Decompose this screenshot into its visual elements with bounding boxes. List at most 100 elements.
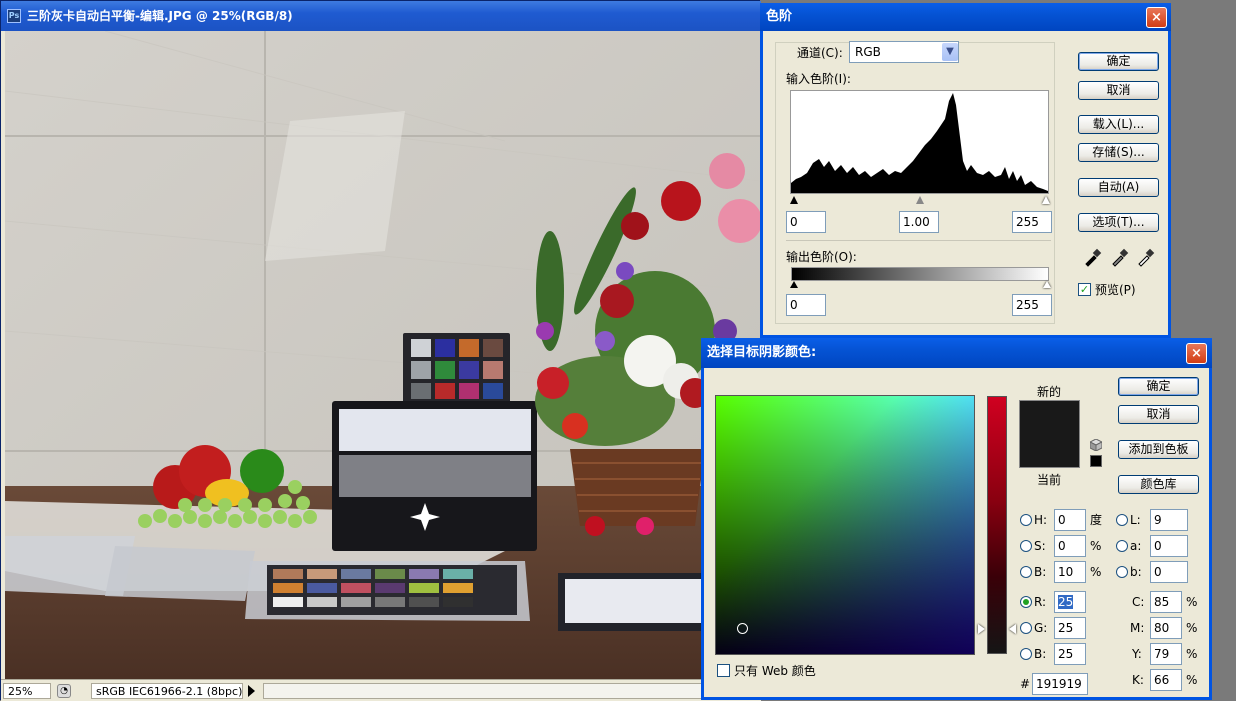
output-white-field[interactable]: 255 bbox=[1012, 294, 1052, 316]
histogram bbox=[790, 90, 1049, 194]
color-field[interactable] bbox=[715, 395, 975, 655]
gray-eyedropper-icon[interactable] bbox=[1110, 247, 1130, 267]
y-label: Y: bbox=[1132, 647, 1142, 661]
m-unit: % bbox=[1186, 621, 1198, 635]
image-canvas[interactable] bbox=[5, 31, 761, 679]
color-field-cursor-icon[interactable] bbox=[737, 623, 748, 634]
c-label: C: bbox=[1132, 595, 1145, 609]
channel-label: 通道(C): bbox=[797, 46, 843, 60]
radio-b-lab[interactable] bbox=[1116, 566, 1128, 578]
color-picker-title[interactable]: 选择目标阴影颜色: bbox=[701, 338, 1212, 368]
add-to-swatches-button[interactable]: 添加到色板 bbox=[1118, 440, 1199, 459]
levels-dialog: 色阶 × 通道(C): RGB ▼ 输入色阶(I): 0 1.00 255 输出… bbox=[760, 3, 1171, 338]
r-value: 25 bbox=[1058, 595, 1074, 609]
preview-checkbox[interactable]: ✓ bbox=[1078, 283, 1091, 296]
slider-right-arrow-icon[interactable] bbox=[1009, 624, 1016, 634]
new-color-label: 新的 bbox=[1037, 385, 1062, 399]
output-levels-label: 输出色阶(O): bbox=[786, 250, 857, 264]
h-field[interactable]: 0 bbox=[1054, 509, 1086, 531]
radio-blue[interactable] bbox=[1020, 648, 1032, 660]
input-gamma-field[interactable]: 1.00 bbox=[899, 211, 939, 233]
s-field[interactable]: 0 bbox=[1054, 535, 1086, 557]
k-label: K: bbox=[1132, 673, 1144, 687]
web-only-checkbox[interactable] bbox=[717, 664, 730, 677]
current-color-label: 当前 bbox=[1037, 473, 1062, 487]
brightness-label: B: bbox=[1034, 565, 1047, 579]
l-field[interactable]: 9 bbox=[1150, 509, 1188, 531]
horizontal-scrollbar[interactable] bbox=[263, 683, 703, 699]
a-field[interactable]: 0 bbox=[1150, 535, 1188, 557]
picker-cancel-button[interactable]: 取消 bbox=[1118, 405, 1199, 424]
status-arrow-icon[interactable] bbox=[248, 685, 255, 697]
c-unit: % bbox=[1186, 595, 1198, 609]
c-field[interactable]: 85 bbox=[1150, 591, 1182, 613]
levels-save-button[interactable]: 存储(S)... bbox=[1078, 143, 1159, 162]
l-label: L: bbox=[1130, 513, 1141, 527]
k-unit: % bbox=[1186, 673, 1198, 687]
color-libraries-button[interactable]: 颜色库 bbox=[1118, 475, 1199, 494]
radio-s[interactable] bbox=[1020, 540, 1032, 552]
blue-label: B: bbox=[1034, 647, 1047, 661]
output-black-slider-icon[interactable] bbox=[790, 281, 798, 288]
radio-g[interactable] bbox=[1020, 622, 1032, 634]
photo-still-life bbox=[5, 31, 761, 679]
blue-field[interactable]: 25 bbox=[1054, 643, 1086, 665]
status-menu-icon[interactable]: ◔ bbox=[57, 684, 71, 698]
preview-label[interactable]: 预览(P) bbox=[1095, 282, 1136, 298]
radio-l[interactable] bbox=[1116, 514, 1128, 526]
g-field[interactable]: 25 bbox=[1054, 617, 1086, 639]
y-field[interactable]: 79 bbox=[1150, 643, 1182, 665]
h-unit: 度 bbox=[1090, 513, 1103, 527]
b-lab-field[interactable]: 0 bbox=[1150, 561, 1188, 583]
hex-field[interactable]: 191919 bbox=[1032, 673, 1088, 695]
k-field[interactable]: 66 bbox=[1150, 669, 1182, 691]
levels-close-button[interactable]: × bbox=[1146, 7, 1167, 28]
hex-label: # bbox=[1020, 677, 1031, 691]
web-only-label[interactable]: 只有 Web 颜色 bbox=[734, 663, 816, 679]
zoom-field[interactable]: 25% bbox=[3, 683, 51, 699]
m-field[interactable]: 80 bbox=[1150, 617, 1182, 639]
levels-options-button[interactable]: 选项(T)... bbox=[1078, 213, 1159, 232]
input-gamma-slider-icon[interactable] bbox=[916, 196, 924, 204]
radio-brightness[interactable] bbox=[1020, 566, 1032, 578]
document-window: 三阶灰卡自动白平衡-编辑.JPG @ 25%(RGB/8) Ps 25% ◔ s… bbox=[0, 0, 761, 701]
channel-value: RGB bbox=[855, 45, 881, 59]
r-field[interactable]: 25 bbox=[1054, 591, 1086, 613]
document-title[interactable]: 三阶灰卡自动白平衡-编辑.JPG @ 25%(RGB/8) bbox=[1, 1, 761, 31]
color-profile-text: sRGB IEC61966-2.1 (8bpc) bbox=[91, 683, 243, 699]
web-safe-swatch-icon[interactable] bbox=[1090, 455, 1102, 467]
chevron-down-icon[interactable]: ▼ bbox=[942, 43, 958, 61]
levels-auto-button[interactable]: 自动(A) bbox=[1078, 178, 1159, 197]
output-white-slider-icon[interactable] bbox=[1043, 281, 1051, 288]
input-white-field[interactable]: 255 bbox=[1012, 211, 1052, 233]
a-label: a: bbox=[1130, 539, 1142, 553]
slider-left-arrow-icon[interactable] bbox=[978, 624, 985, 634]
black-eyedropper-icon[interactable] bbox=[1083, 247, 1103, 267]
input-black-field[interactable]: 0 bbox=[786, 211, 826, 233]
output-gradient-bar bbox=[791, 267, 1049, 281]
color-picker-close-button[interactable]: × bbox=[1186, 343, 1207, 364]
picker-ok-button[interactable]: 确定 bbox=[1118, 377, 1199, 396]
levels-cancel-button[interactable]: 取消 bbox=[1078, 81, 1159, 100]
s-label: S: bbox=[1034, 539, 1046, 553]
b-lab-label: b: bbox=[1130, 565, 1142, 579]
cube-icon[interactable] bbox=[1088, 438, 1104, 452]
radio-r[interactable] bbox=[1020, 596, 1032, 608]
brightness-field[interactable]: 10 bbox=[1054, 561, 1086, 583]
y-unit: % bbox=[1186, 647, 1198, 661]
levels-ok-button[interactable]: 确定 bbox=[1078, 52, 1159, 71]
levels-load-button[interactable]: 载入(L)... bbox=[1078, 115, 1159, 134]
red-channel-slider[interactable] bbox=[987, 396, 1007, 654]
white-eyedropper-icon[interactable] bbox=[1136, 247, 1156, 267]
input-black-slider-icon[interactable] bbox=[790, 196, 798, 204]
radio-h[interactable] bbox=[1020, 514, 1032, 526]
g-label: G: bbox=[1034, 621, 1048, 635]
radio-a[interactable] bbox=[1116, 540, 1128, 552]
new-current-swatch bbox=[1019, 400, 1080, 468]
levels-title[interactable]: 色阶 bbox=[760, 3, 1171, 31]
separator bbox=[786, 240, 1051, 241]
output-black-field[interactable]: 0 bbox=[786, 294, 826, 316]
input-white-slider-icon[interactable] bbox=[1042, 196, 1050, 204]
color-picker-dialog: 选择目标阴影颜色: × 新的 当前 确定 取消 添加到色板 颜色库 H: 0 度… bbox=[701, 338, 1212, 700]
brightness-unit: % bbox=[1090, 565, 1102, 579]
